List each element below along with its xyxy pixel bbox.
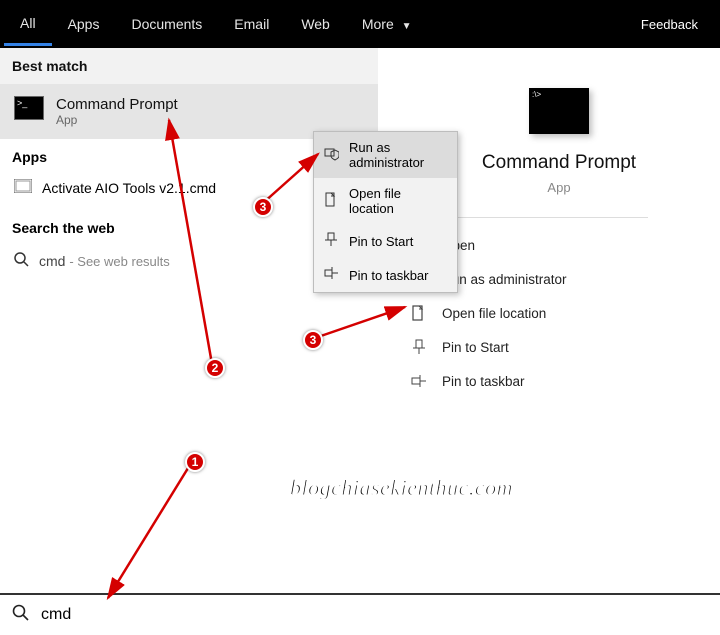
annotation-badge-3b: 3 (303, 330, 323, 350)
folder-icon (410, 304, 428, 322)
best-match-header: Best match (0, 48, 378, 84)
context-pin-start-label: Pin to Start (349, 234, 413, 249)
search-icon (14, 252, 29, 270)
web-result-query: cmd (39, 253, 65, 269)
pin-taskbar-icon (410, 372, 428, 390)
action-pin-taskbar[interactable]: Pin to taskbar (408, 364, 710, 398)
command-prompt-icon (14, 96, 44, 120)
preview-panel: Command Prompt App Open Run as administr… (378, 48, 720, 593)
annotation-badge-3a: 3 (253, 197, 273, 217)
pin-taskbar-icon (324, 266, 339, 284)
tab-all[interactable]: All (4, 3, 52, 46)
folder-icon (324, 192, 339, 210)
web-result-suffix: - See web results (69, 254, 169, 269)
pin-start-icon (410, 338, 428, 356)
tab-more-label: More (362, 16, 394, 32)
watermark-text: blogchiasekienthuc.com (290, 475, 513, 501)
apps-result-label: Activate AIO Tools v2.1.cmd (42, 180, 216, 196)
tab-apps[interactable]: Apps (52, 4, 116, 44)
chevron-down-icon: ▼ (402, 21, 412, 32)
best-match-title: Command Prompt (56, 96, 178, 113)
action-pin-start-label: Pin to Start (442, 340, 509, 355)
context-open-location-label: Open file location (349, 186, 447, 216)
cmd-file-icon (14, 179, 32, 196)
annotation-badge-1: 1 (185, 452, 205, 472)
action-run-admin-label: Run as administrator (442, 272, 567, 287)
shield-admin-icon (324, 146, 339, 164)
preview-thumbnail-icon (529, 88, 589, 134)
annotation-badge-2: 2 (205, 358, 225, 378)
search-box[interactable]: cmd (0, 593, 720, 635)
search-scope-tabs: All Apps Documents Email Web More ▼ Feed… (0, 0, 720, 48)
action-pin-taskbar-label: Pin to taskbar (442, 374, 525, 389)
context-pin-taskbar-label: Pin to taskbar (349, 268, 429, 283)
search-input-value: cmd (41, 606, 71, 624)
feedback-link[interactable]: Feedback (641, 17, 716, 32)
tab-more[interactable]: More ▼ (346, 4, 428, 44)
tab-documents[interactable]: Documents (115, 4, 218, 44)
action-pin-start[interactable]: Pin to Start (408, 330, 710, 364)
tab-email[interactable]: Email (218, 4, 285, 44)
best-match-subtitle: App (56, 113, 178, 127)
context-run-admin-label: Run as administrator (349, 140, 447, 170)
context-pin-taskbar[interactable]: Pin to taskbar (314, 258, 457, 292)
action-open-location-label: Open file location (442, 306, 546, 321)
search-icon (12, 604, 29, 626)
pin-start-icon (324, 232, 339, 250)
context-open-location[interactable]: Open file location (314, 178, 457, 224)
results-left-panel: Best match Command Prompt App Apps Activ… (0, 48, 378, 593)
context-menu: Run as administrator Open file location … (313, 131, 458, 293)
context-pin-start[interactable]: Pin to Start (314, 224, 457, 258)
action-open-location[interactable]: Open file location (408, 296, 710, 330)
context-run-admin[interactable]: Run as administrator (314, 132, 457, 178)
tab-web[interactable]: Web (285, 4, 346, 44)
